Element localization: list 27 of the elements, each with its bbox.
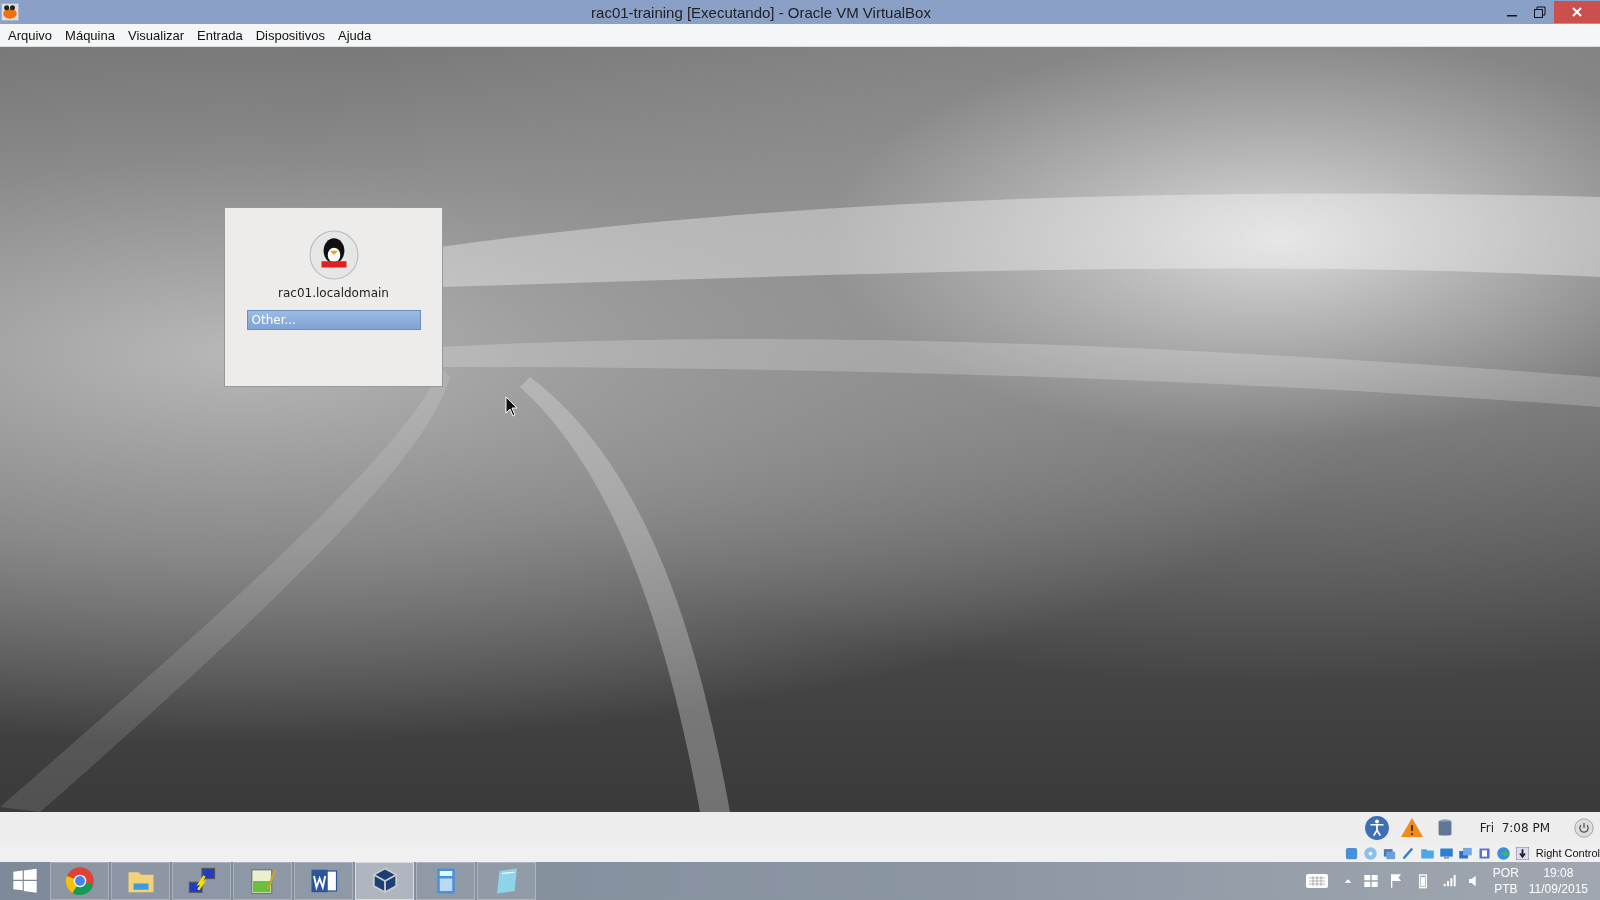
host-name: rac01.localdomain [278,286,389,300]
menu-item[interactable]: Entrada [191,27,249,43]
window-title: rac01-training [Executando] - Oracle VM VirtualBox [590,3,932,21]
power-icon[interactable] [1574,818,1594,838]
menu-item[interactable]: Dispositivos [249,27,331,43]
taskbar-app-button[interactable] [355,862,414,900]
optical-disc-icon[interactable] [1362,845,1378,861]
panel-clock[interactable]: Fri 7:08 PM [1479,821,1550,835]
windows-logo-icon [11,867,39,895]
windows-logo-icon[interactable] [1362,873,1379,889]
browser-icon [64,866,95,896]
windows-icon[interactable] [1457,845,1473,861]
menu-item[interactable]: Arquivo [2,27,59,43]
app-logo-icon [0,2,20,22]
menu-item[interactable]: Máquina [59,27,121,43]
minimize-icon [1507,15,1517,17]
restore-icon [1534,6,1546,18]
mouse-pointer-icon [505,396,519,418]
warning-icon[interactable] [1399,816,1424,840]
menu-item[interactable]: Ajuda [332,27,378,43]
host-key-label: Right Control [1535,847,1600,859]
close-button[interactable] [1554,1,1600,23]
user-avatar-icon [308,230,359,280]
close-icon [1572,7,1582,17]
network-computers-icon [186,866,217,896]
accessibility-icon[interactable] [1363,815,1390,841]
menu-item[interactable]: Visualizar [121,27,191,43]
